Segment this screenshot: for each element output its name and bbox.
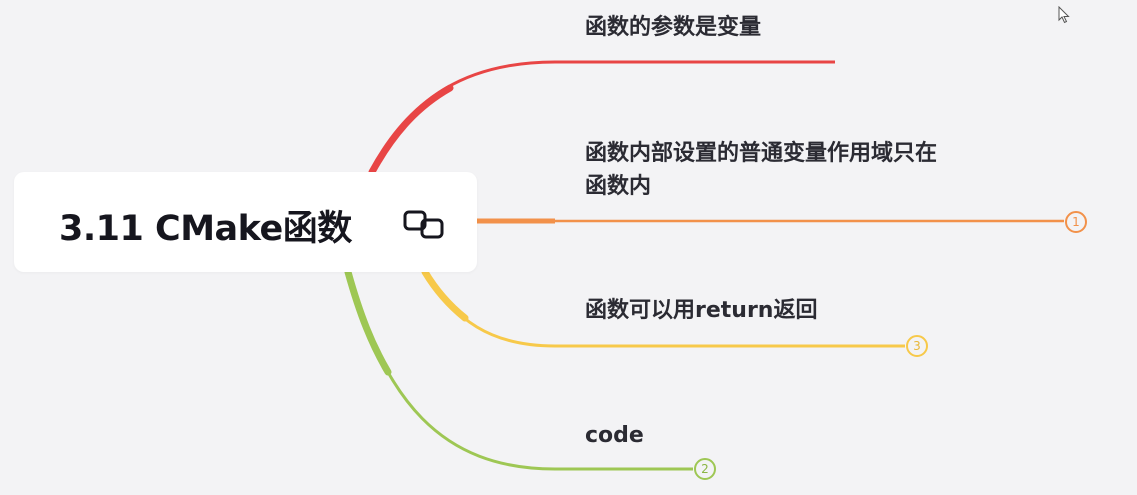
topic-label: 函数可以用return返回 bbox=[585, 298, 818, 323]
badge-2[interactable]: 2 bbox=[694, 458, 716, 480]
badge-3[interactable]: 3 bbox=[906, 335, 928, 357]
branch-red-thick bbox=[368, 84, 454, 176]
topic-code[interactable]: code bbox=[585, 419, 644, 452]
topic-label: 函数的参数是变量 bbox=[585, 15, 762, 40]
mouse-cursor-icon bbox=[1058, 6, 1070, 24]
badge-1[interactable]: 1 bbox=[1065, 211, 1087, 233]
branch-yellow-thick bbox=[421, 268, 469, 322]
mindmap-canvas: 3.11 CMake函数 函数的参数是变量 函数内部设置的普通变量作用域只在 函… bbox=[0, 0, 1137, 495]
branch-green-thick bbox=[344, 268, 392, 376]
root-title: 3.11 CMake函数 bbox=[59, 209, 352, 249]
topic-params-are-variables[interactable]: 函数的参数是变量 bbox=[585, 11, 761, 44]
topic-return[interactable]: 函数可以用return返回 bbox=[585, 294, 817, 327]
root-topic[interactable]: 3.11 CMake函数 bbox=[14, 172, 477, 272]
topic-label-line2: 函数内 bbox=[585, 174, 652, 199]
topic-label: code bbox=[585, 423, 644, 448]
topic-label: 函数内部设置的普通变量作用域只在 bbox=[585, 141, 938, 166]
topic-variable-scope[interactable]: 函数内部设置的普通变量作用域只在 函数内 bbox=[585, 137, 937, 203]
link-icon[interactable] bbox=[402, 207, 448, 241]
